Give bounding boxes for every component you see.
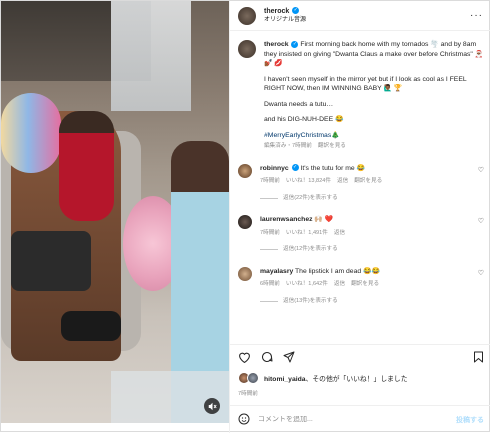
post-dialog: therock ✓ オリジナル音源 ··· therock ✓ First mo…: [0, 0, 490, 433]
verified-icon: ✓: [291, 40, 299, 48]
caption-username[interactable]: therock: [264, 41, 289, 48]
post-header: therock ✓ オリジナル音源 ···: [230, 1, 490, 31]
post-video[interactable]: [1, 1, 229, 423]
comment-bubble-icon[interactable]: [261, 351, 273, 366]
action-bar: [230, 344, 490, 372]
post-side-panel: therock ✓ オリジナル音源 ··· therock ✓ First mo…: [229, 1, 490, 433]
comment-item: robinnyc ✓ It's the tutu for me 😂 7時間前 い…: [238, 163, 484, 204]
comment-translate-link[interactable]: 翻訳を見る: [351, 280, 379, 290]
header-username[interactable]: therock: [264, 8, 289, 15]
comment-likes[interactable]: いいね！13,824件: [286, 177, 331, 187]
caption-translate-link[interactable]: 翻訳を見る: [318, 142, 346, 152]
caption: therock ✓ First morning back home with m…: [238, 40, 484, 152]
comment-item: mayalasry The lipstick I am dead 😂😂 6時間前…: [238, 266, 484, 307]
comment-likes[interactable]: いいね！1,491件: [286, 229, 328, 239]
likes-text[interactable]: 、その他が「いいね！」しました: [306, 376, 408, 383]
speaker-muted-icon: [208, 402, 217, 410]
header-user: therock ✓ オリジナル音源: [264, 7, 306, 25]
edited-label: 編集済み: [264, 143, 287, 149]
comments-scroll[interactable]: therock ✓ First morning back home with m…: [230, 32, 490, 344]
like-heart-icon[interactable]: [238, 351, 251, 366]
caption-avatar[interactable]: [238, 40, 256, 58]
video-wig: [1, 93, 61, 173]
video-table: [111, 371, 229, 423]
caption-text-4: and his DIG-NUH-DEE 😂: [264, 116, 344, 123]
caption-text-2: I haven't seen myself in the mirror yet …: [264, 75, 467, 93]
emoji-icon[interactable]: [238, 413, 250, 427]
comment-username[interactable]: robinnyc: [260, 165, 289, 172]
comment-avatar[interactable]: [238, 163, 252, 178]
comment-reply-link[interactable]: 返信: [334, 280, 345, 290]
comment-likes[interactable]: いいね！1,642件: [286, 280, 328, 290]
comment-avatar[interactable]: [238, 266, 252, 281]
caption-text-3: Dwanta needs a tutu…: [264, 100, 334, 108]
comment-item: laurenwsanchez 🙌🏼 ❤️ 7時間前 いいね！1,491件 返信 …: [238, 215, 484, 255]
replies-divider: [260, 249, 278, 251]
audio-label[interactable]: オリジナル音源: [264, 16, 306, 25]
comment-time: 6時間前: [260, 281, 280, 287]
comment-text: 🙌🏼 ❤️: [314, 216, 334, 223]
comment-avatar[interactable]: [238, 215, 252, 229]
comment-text: The lipstick I am dead 😂😂: [295, 267, 380, 275]
comment-like-heart-icon[interactable]: ♡: [478, 267, 484, 307]
mute-button[interactable]: [204, 398, 220, 414]
view-replies-label[interactable]: 返信(13件)を表示する: [283, 297, 338, 307]
video-shoe: [61, 311, 121, 341]
view-replies[interactable]: 返信(12件)を表示する: [260, 245, 470, 255]
replies-divider: [260, 197, 278, 199]
comment-username[interactable]: mayalasry: [260, 268, 293, 275]
comment-translate-link[interactable]: 翻訳を見る: [354, 177, 382, 187]
video-shorts: [11, 231, 91, 291]
verified-icon: ✓: [291, 164, 299, 172]
liker-avatar[interactable]: [247, 372, 259, 384]
caption-hashtag[interactable]: #MerryEarlyChristmas🎄: [264, 131, 484, 141]
comment-input[interactable]: [258, 416, 448, 423]
view-replies[interactable]: 返信(22件)を表示する: [260, 194, 470, 204]
post-timestamp: 7時間前: [238, 391, 258, 397]
comment-time: 7時間前: [260, 178, 280, 184]
more-options-icon[interactable]: ···: [470, 10, 483, 21]
comment-reply-link[interactable]: 返信: [334, 229, 345, 239]
view-replies[interactable]: 返信(13件)を表示する: [260, 297, 470, 307]
caption-time: 7時間前: [292, 143, 312, 149]
comment-like-heart-icon[interactable]: ♡: [478, 215, 484, 255]
video-background-window: [111, 1, 191, 111]
avatar[interactable]: [238, 6, 256, 25]
save-bookmark-icon[interactable]: [473, 351, 484, 366]
comment-username[interactable]: laurenwsanchez: [260, 216, 313, 223]
likes-summary: hitomi_yaida、その他が「いいね！」しました: [238, 372, 484, 384]
comment-like-heart-icon[interactable]: ♡: [478, 164, 484, 204]
comment-text: It's the tutu for me 😂: [300, 164, 366, 172]
add-comment-bar: 投稿する: [230, 405, 490, 433]
comment-time: 7時間前: [260, 229, 280, 236]
comment-reply-link[interactable]: 返信: [337, 177, 348, 187]
replies-divider: [260, 300, 278, 302]
view-replies-label[interactable]: 返信(22件)を表示する: [283, 194, 338, 204]
liker-username[interactable]: hitomi_yaida: [264, 376, 306, 383]
post-comment-button[interactable]: 投稿する: [456, 415, 484, 425]
liker-avatars: [238, 372, 260, 384]
share-paper-plane-icon[interactable]: [283, 351, 295, 366]
video-child-red: [59, 111, 114, 221]
view-replies-label[interactable]: 返信(12件)を表示する: [283, 245, 338, 255]
verified-icon: ✓: [292, 7, 300, 15]
